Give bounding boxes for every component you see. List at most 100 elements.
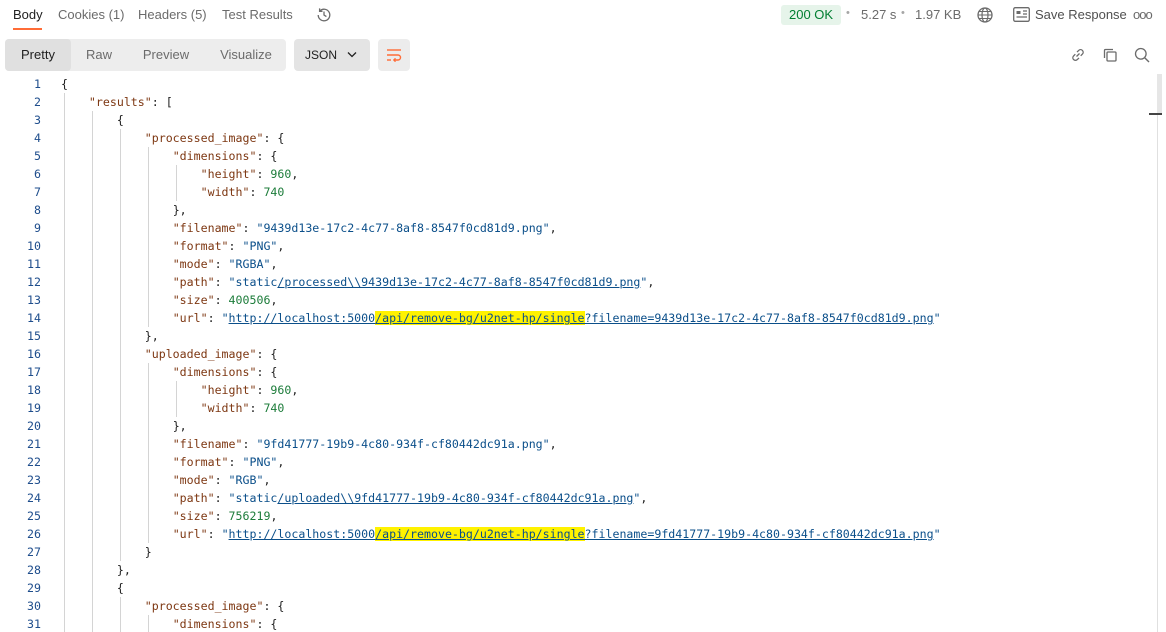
search-icon[interactable] — [1133, 46, 1151, 64]
code-token: }, — [172, 419, 187, 433]
indent-guide — [64, 579, 66, 597]
code-token: { — [116, 113, 124, 127]
code-text: "dimensions": { — [61, 147, 278, 165]
status-badge[interactable]: 200 OK — [781, 5, 842, 25]
response-body-code[interactable]: 1{2 "results": [3 {4 "processed_image": … — [0, 74, 1148, 632]
indent-guide — [92, 453, 94, 471]
indent-guide — [92, 309, 94, 327]
code-token: }, — [172, 203, 187, 217]
code-token: : — [214, 275, 229, 289]
code-text: "results": [ — [61, 93, 173, 111]
indent-guide — [92, 147, 94, 165]
code-token: "9439d13e-17c2-4c77-8af8-8547f0cd81d9.pn… — [256, 221, 550, 235]
wrap-lines-button[interactable] — [378, 39, 410, 71]
tab-test-results[interactable]: Test Results — [222, 7, 293, 22]
url-link[interactable]: /api/remove-bg/u2net-hp/single — [375, 527, 585, 541]
code-token: , — [647, 275, 655, 289]
code-token: "filename" — [172, 221, 243, 235]
view-mode-tabs: Pretty Raw Preview Visualize — [5, 39, 286, 71]
indent-guide — [92, 489, 94, 507]
indent-guide — [92, 273, 94, 291]
line-number: 4 — [34, 131, 41, 145]
indent-guide — [64, 399, 66, 417]
indent-guide — [64, 237, 66, 255]
code-line: 1{ — [0, 75, 1148, 93]
code-token: 960 — [270, 167, 292, 181]
code-line: 16 "uploaded_image": { — [0, 345, 1148, 363]
code-line: 14 "url": "http://localhost:5000/api/rem… — [0, 309, 1148, 327]
separator-dot: • — [846, 7, 850, 19]
indent-guide — [64, 543, 66, 561]
line-number: 15 — [27, 329, 41, 343]
scrollbar-track[interactable] — [1157, 74, 1158, 632]
indent-guide — [120, 489, 122, 507]
globe-icon[interactable] — [976, 6, 994, 24]
indent-guide — [64, 201, 66, 219]
link-icon[interactable] — [1069, 46, 1087, 64]
tab-cookies[interactable]: Cookies (1) — [58, 7, 124, 22]
code-line: 27 } — [0, 543, 1148, 561]
code-text: "dimensions": { — [61, 363, 278, 381]
view-tab-preview[interactable]: Preview — [129, 39, 203, 71]
line-number: 7 — [34, 185, 41, 199]
url-link[interactable]: ?filename=9439d13e-17c2-4c77-8af8-8547f0… — [585, 311, 934, 325]
indent-guide — [148, 399, 150, 417]
tab-body[interactable]: Body — [13, 7, 43, 22]
history-icon[interactable] — [315, 6, 333, 24]
tab-headers[interactable]: Headers (5) — [138, 7, 207, 22]
url-link[interactable]: /uploaded\\9fd41777-19b9-4c80-934f-cf804… — [277, 491, 633, 505]
code-token: "format" — [172, 455, 229, 469]
code-line: 21 "filename": "9fd41777-19b9-4c80-934f-… — [0, 435, 1148, 453]
code-token: , — [270, 293, 278, 307]
copy-icon[interactable] — [1101, 46, 1119, 64]
view-tab-visualize[interactable]: Visualize — [206, 39, 286, 71]
view-tab-raw[interactable]: Raw — [71, 39, 127, 71]
url-link[interactable]: http://localhost:5000 — [229, 311, 376, 325]
line-number: 17 — [27, 365, 41, 379]
code-token: : — [214, 509, 229, 523]
save-response-button[interactable]: Save Response — [1035, 7, 1127, 22]
indent-guide — [148, 201, 150, 219]
code-token: "path" — [172, 275, 215, 289]
code-line: 26 "url": "http://localhost:5000/api/rem… — [0, 525, 1148, 543]
url-link[interactable]: /processed\\9439d13e-17c2-4c77-8af8-8547… — [277, 275, 640, 289]
url-link[interactable]: http://localhost:5000 — [229, 527, 376, 541]
code-token: : — [214, 491, 229, 505]
code-token: : { — [263, 131, 285, 145]
code-line: 13 "size": 400506, — [0, 291, 1148, 309]
response-size[interactable]: 1.97 KB — [915, 7, 961, 22]
url-link[interactable]: /api/remove-bg/u2net-hp/single — [375, 311, 585, 325]
indent-guide — [92, 471, 94, 489]
code-text: "width": 740 — [61, 183, 285, 201]
format-select[interactable]: JSON — [294, 39, 370, 71]
line-number: 9 — [34, 221, 41, 235]
url-link[interactable]: ?filename=9fd41777-19b9-4c80-934f-cf8044… — [585, 527, 934, 541]
indent-guide — [176, 165, 178, 183]
line-number: 29 — [27, 581, 41, 595]
code-line: 28 }, — [0, 561, 1148, 579]
code-token: " — [221, 527, 229, 541]
indent-guide — [64, 327, 66, 345]
code-line: 5 "dimensions": { — [0, 147, 1148, 165]
indent-guide — [64, 111, 66, 129]
scrollbar-thumb[interactable] — [1157, 74, 1162, 114]
more-options-icon[interactable]: ooo — [1133, 7, 1153, 22]
save-response-icon[interactable] — [1013, 7, 1030, 22]
line-number: 5 — [34, 149, 41, 163]
code-token: : — [214, 473, 229, 487]
indent-guide — [120, 165, 122, 183]
code-token: { — [116, 581, 124, 595]
code-line: 11 "mode": "RGBA", — [0, 255, 1148, 273]
code-token: "dimensions" — [172, 617, 257, 631]
code-token: "size" — [172, 293, 215, 307]
code-text: "filename": "9439d13e-17c2-4c77-8af8-854… — [61, 219, 557, 237]
indent-guide — [148, 507, 150, 525]
indent-guide — [120, 255, 122, 273]
indent-guide — [120, 363, 122, 381]
indent-guide — [92, 507, 94, 525]
code-line: 29 { — [0, 579, 1148, 597]
response-time[interactable]: 5.27 s — [861, 7, 896, 22]
indent-guide — [64, 165, 66, 183]
line-number: 10 — [27, 239, 41, 253]
view-tab-pretty[interactable]: Pretty — [5, 39, 71, 71]
